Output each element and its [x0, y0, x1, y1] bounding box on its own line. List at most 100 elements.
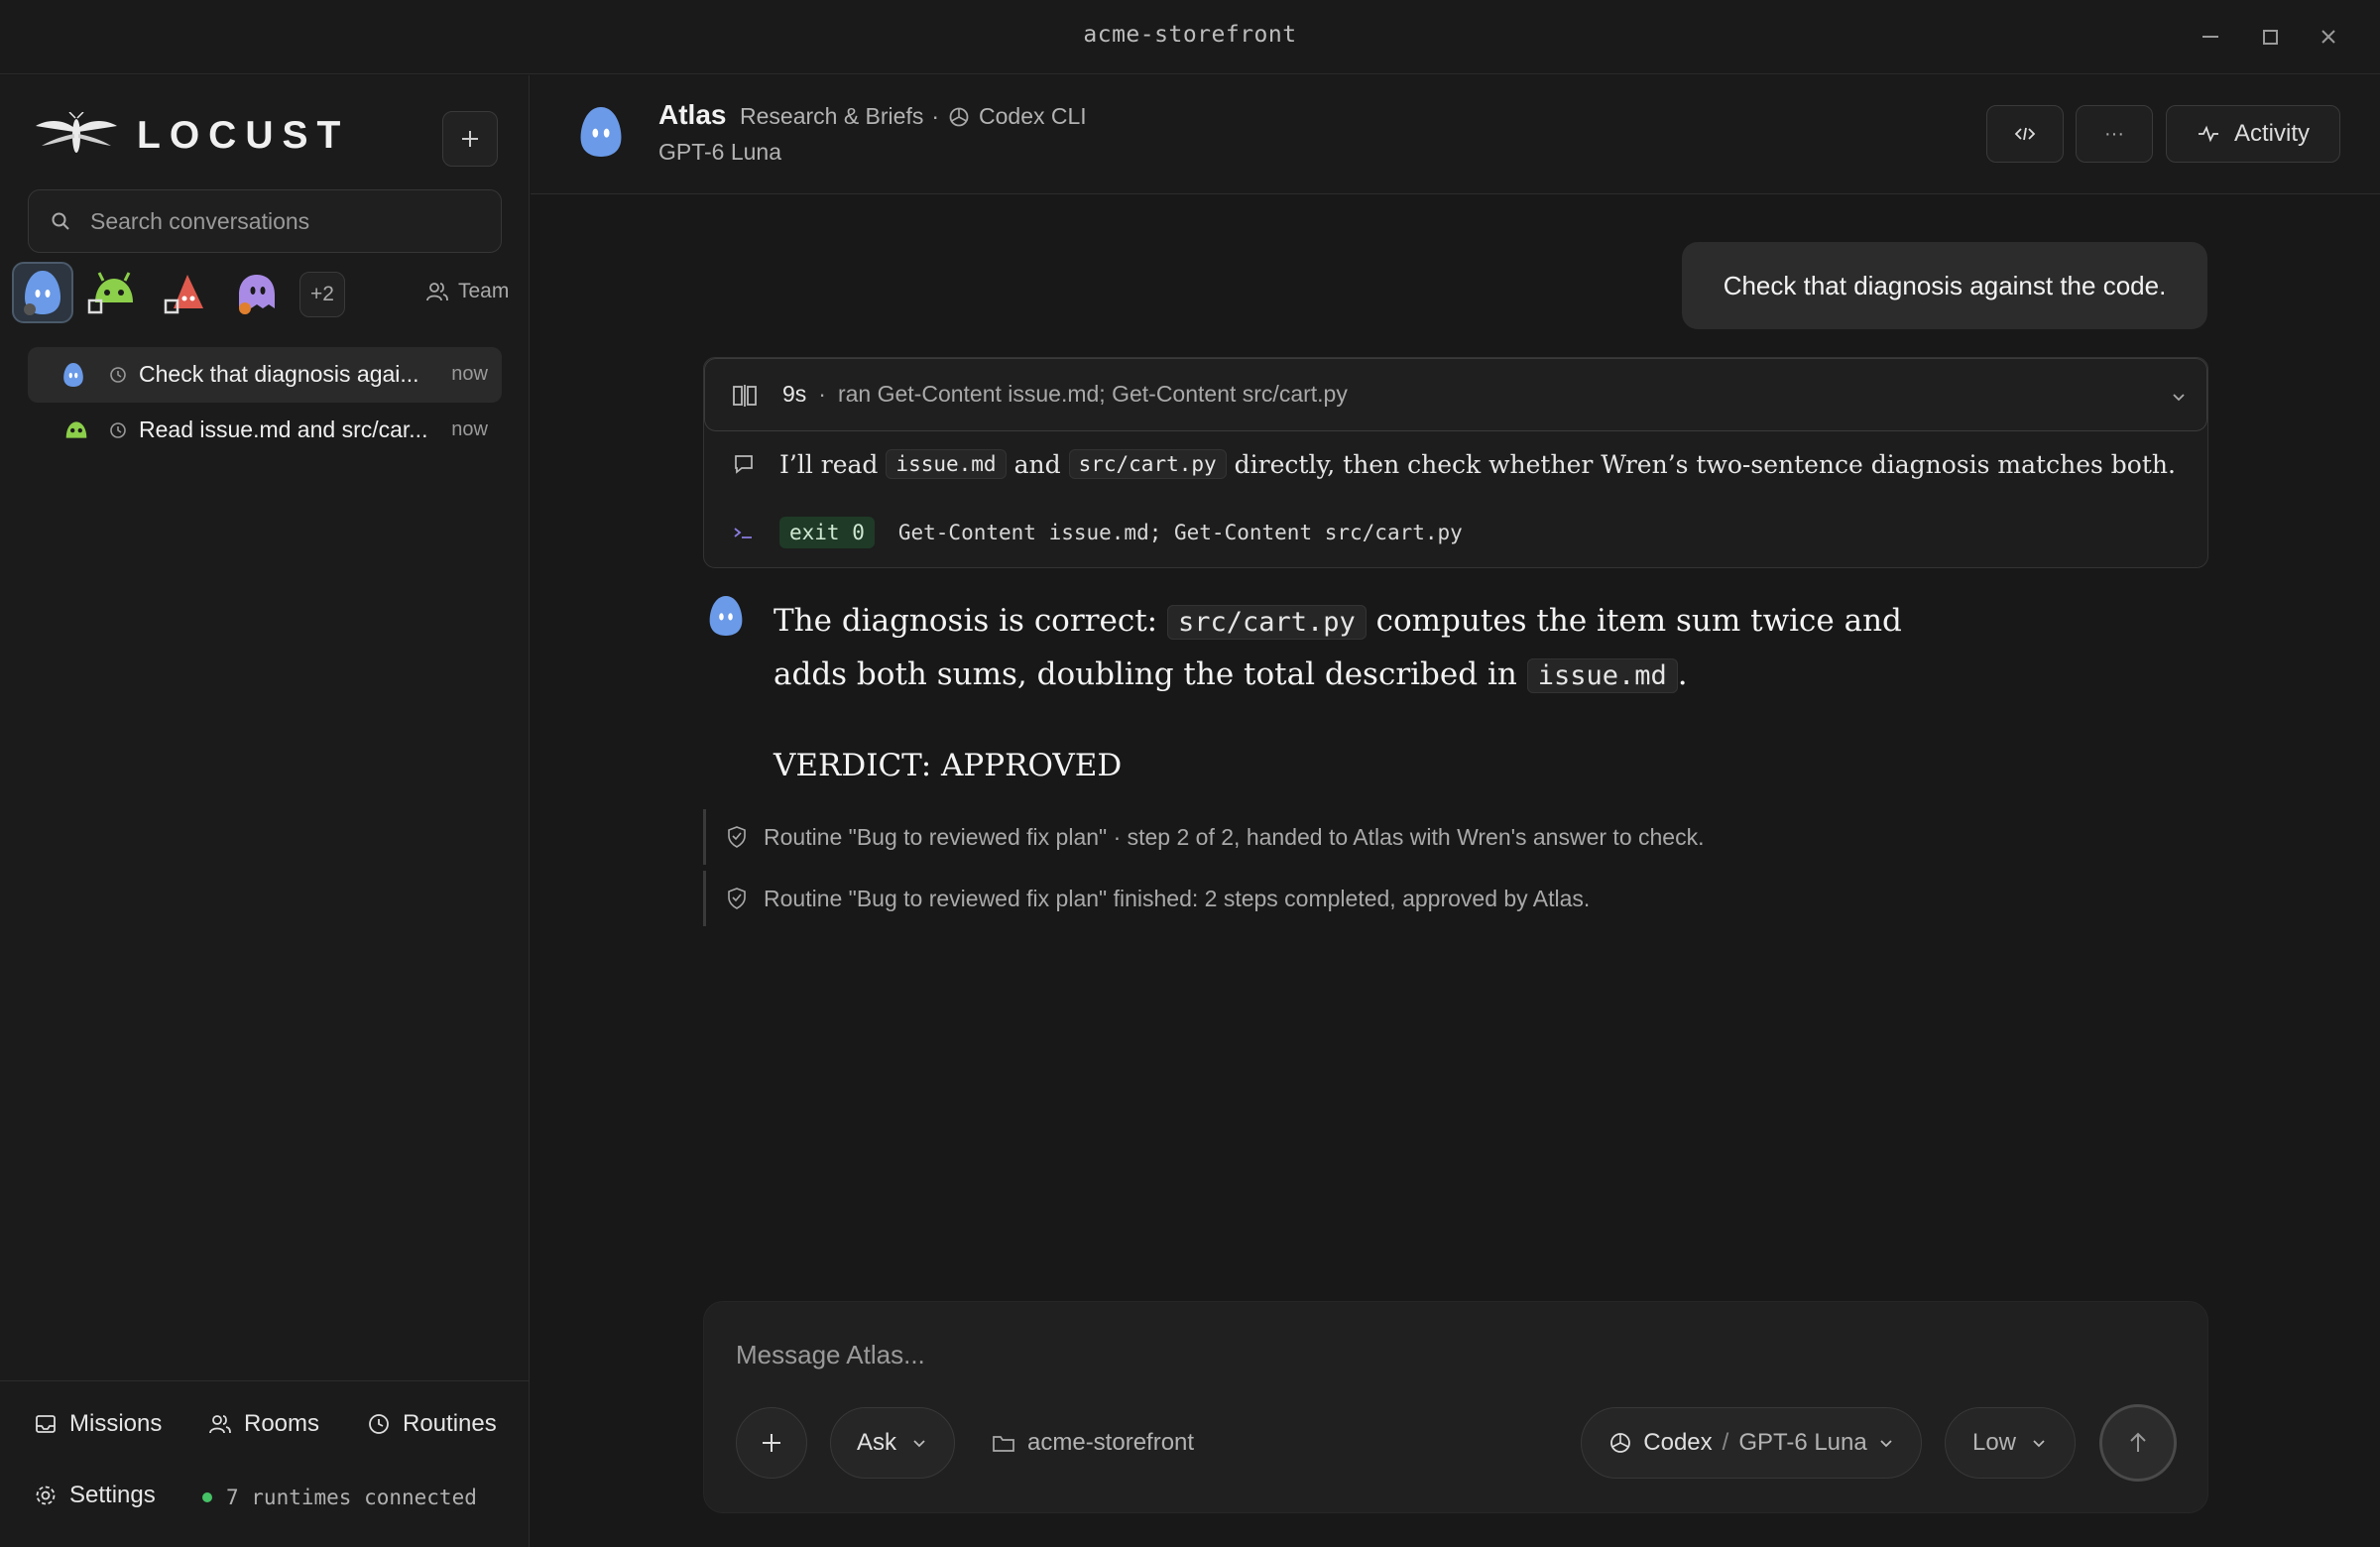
- routine-event: Routine "Bug to reviewed fix plan" finis…: [703, 871, 1590, 926]
- conversation-time: now: [451, 418, 488, 440]
- locust-logo-icon: [36, 112, 117, 153]
- inbox-icon: [36, 1415, 56, 1433]
- tool-summary-text: ran Get-Content issue.md; Get-Content sr…: [837, 381, 1348, 407]
- settings-button[interactable]: Settings: [34, 1482, 156, 1509]
- agent-meta: Research & Briefs · Codex CLI: [740, 103, 1087, 130]
- runtime-status: 7 runtimes connected: [202, 1486, 477, 1509]
- tool-call-header[interactable]: 9s · ran Get-Content issue.md; Get-Conte…: [704, 358, 2207, 431]
- agent-wren[interactable]: [83, 262, 145, 323]
- send-button[interactable]: [2099, 1404, 2177, 1482]
- tool-summary: 9s · ran Get-Content issue.md; Get-Conte…: [782, 381, 1348, 408]
- terminal-icon: [734, 528, 752, 538]
- agent-red[interactable]: [155, 262, 216, 323]
- people-icon: [209, 1415, 231, 1434]
- search-input[interactable]: [90, 207, 467, 235]
- team-icon: [426, 283, 448, 301]
- shield-icon: [728, 826, 746, 848]
- note-text: and: [1013, 449, 1061, 479]
- exit-code-badge: exit 0: [779, 517, 875, 548]
- chat-header: Atlas Research & Briefs · Codex CLI GPT-…: [531, 75, 2380, 194]
- more-agents-button[interactable]: +2: [299, 272, 345, 317]
- sidebar: LOCUST Search conversations +2 Team Chec…: [0, 75, 530, 1547]
- inline-code: issue.md: [1526, 658, 1678, 693]
- window-title: acme-storefront: [1083, 22, 1297, 48]
- atlas-avatar-icon: [24, 271, 60, 315]
- new-conversation-button[interactable]: [442, 111, 498, 167]
- conversation-time: now: [451, 363, 488, 385]
- agents-row: +2 Team: [12, 262, 518, 323]
- attach-button[interactable]: [736, 1407, 807, 1479]
- openai-icon: [1610, 1433, 1631, 1453]
- status-dot: [202, 1492, 212, 1502]
- workspace-folder[interactable]: acme-storefront: [992, 1429, 1194, 1457]
- atlas-avatar-icon: [63, 363, 83, 387]
- brand-logo: LOCUST: [34, 112, 349, 160]
- provider-separator: /: [1722, 1429, 1729, 1456]
- conversation-title: Read issue.md and src/car...: [139, 416, 428, 442]
- provider-label: Codex: [1643, 1429, 1713, 1456]
- routines-label: Routines: [403, 1410, 497, 1437]
- chevron-down-icon[interactable]: [2169, 387, 2189, 407]
- runtime-status-text: 7 runtimes connected: [226, 1486, 477, 1509]
- assistant-message: The diagnosis is correct: src/cart.py co…: [774, 595, 1983, 702]
- android-avatar-icon: [87, 272, 133, 314]
- conversation-title: Check that diagnosis agai...: [139, 361, 419, 387]
- chevron-down-icon: [2033, 1440, 2045, 1448]
- agent-runtime: Codex CLI: [979, 103, 1087, 129]
- message-composer: Ask acme-storefront Codex / GPT-6 Luna L…: [703, 1301, 2208, 1513]
- close-icon[interactable]: [2314, 22, 2343, 52]
- shield-icon: [728, 888, 746, 909]
- rooms-button[interactable]: Rooms: [208, 1410, 319, 1438]
- mode-select[interactable]: Ask: [830, 1407, 955, 1479]
- conversation-item[interactable]: Check that diagnosis agai... now: [28, 347, 502, 403]
- chevron-down-icon: [1880, 1440, 1892, 1448]
- plus-icon: [462, 131, 478, 147]
- ghost-avatar-icon: [239, 275, 275, 314]
- summary-dot: ·: [818, 381, 826, 407]
- meta-separator: ·: [931, 103, 940, 129]
- missions-label: Missions: [69, 1410, 163, 1437]
- agent-role: Research & Briefs: [740, 103, 924, 129]
- inline-code: src/cart.py: [1068, 449, 1227, 479]
- maximize-icon[interactable]: [2255, 22, 2285, 52]
- settings-label: Settings: [69, 1482, 156, 1508]
- user-message: Check that diagnosis against the code.: [1682, 242, 2207, 329]
- conversation-item[interactable]: Read issue.md and src/car... now: [28, 403, 502, 458]
- more-options-button[interactable]: ···: [2076, 105, 2153, 163]
- activity-button[interactable]: Activity: [2166, 105, 2340, 163]
- android-avatar-icon: [65, 421, 87, 438]
- split-view-icon: [733, 385, 757, 407]
- agent-atlas[interactable]: [12, 262, 73, 323]
- verdict-text: VERDICT: APPROVED: [774, 748, 1123, 783]
- missions-button[interactable]: Missions: [34, 1410, 162, 1438]
- agent-name: Atlas: [658, 99, 727, 130]
- tool-duration: 9s: [782, 381, 807, 407]
- effort-select[interactable]: Low: [1945, 1407, 2076, 1479]
- tool-note: I’ll read issue.md and src/cart.py direc…: [732, 449, 2176, 479]
- message-input[interactable]: [736, 1340, 2124, 1370]
- atlas-avatar-icon: [580, 107, 622, 157]
- model-select[interactable]: Codex / GPT-6 Luna: [1581, 1407, 1922, 1479]
- arrow-up-icon: [2130, 1432, 2146, 1452]
- team-button[interactable]: Team: [426, 280, 509, 303]
- inline-code: src/cart.py: [1166, 605, 1367, 640]
- minimize-icon[interactable]: [2196, 22, 2225, 52]
- brand-name: LOCUST: [137, 114, 350, 157]
- routines-button[interactable]: Routines: [367, 1410, 497, 1438]
- message-text: The diagnosis is correct:: [774, 603, 1158, 639]
- routine-event-text: Routine "Bug to reviewed fix plan" · ste…: [764, 823, 1705, 850]
- gear-icon: [36, 1486, 56, 1505]
- routine-event-text: Routine "Bug to reviewed fix plan" finis…: [764, 885, 1591, 911]
- title-bar: acme-storefront: [0, 0, 2380, 74]
- atlas-avatar-icon: [709, 596, 743, 636]
- comment-icon: [735, 455, 753, 474]
- mode-label: Ask: [856, 1429, 896, 1456]
- search-icon: [52, 212, 69, 230]
- note-text: I’ll read: [779, 449, 879, 479]
- code-view-button[interactable]: [1986, 105, 2064, 163]
- folder-icon: [993, 1436, 1014, 1452]
- rooms-label: Rooms: [244, 1410, 320, 1437]
- inline-code: issue.md: [886, 449, 1007, 479]
- search-box[interactable]: [28, 189, 502, 253]
- agent-purple[interactable]: [226, 262, 288, 323]
